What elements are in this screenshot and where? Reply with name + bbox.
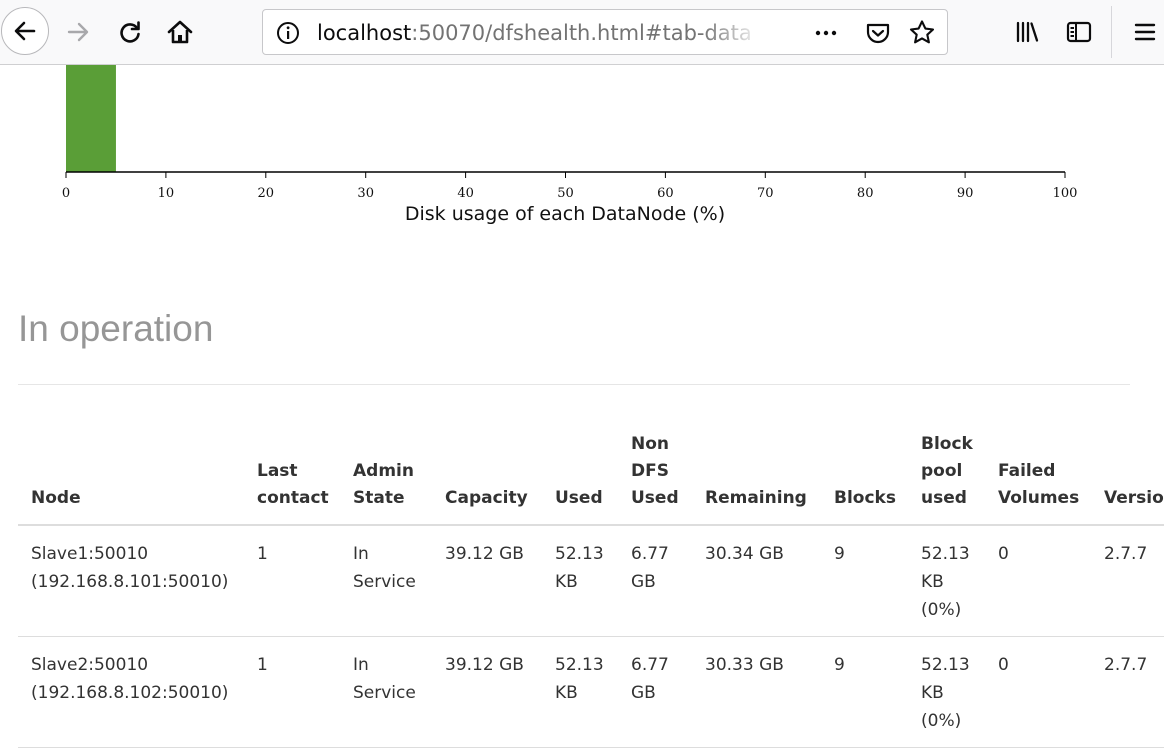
pocket-icon[interactable] [863, 18, 893, 48]
disk-usage-histogram: 0 10 20 30 40 50 60 70 80 90 100 Disk usage of each… [62, 65, 1078, 225]
column-header-admin-state[interactable]: Admin State [340, 431, 432, 526]
home-icon [167, 20, 193, 44]
site-info-icon[interactable] [275, 20, 301, 46]
column-header-non-dfs-used[interactable]: Non DFS Used [618, 431, 692, 526]
back-arrow-icon [14, 21, 36, 41]
x-axis-title: Disk usage of each DataNode (%) [405, 203, 725, 225]
x-tick-label: 0 [62, 186, 70, 201]
sidebar-icon [1066, 21, 1092, 43]
url-path: :50070/dfshealth.html#tab-data [411, 21, 752, 45]
histogram-bar [66, 65, 116, 172]
forward-button[interactable] [56, 10, 100, 54]
cell-block-pool-used: 52.13 KB (0%) [908, 636, 985, 748]
x-tick-label: 20 [258, 186, 275, 201]
cell-node: Slave1:50010 (192.168.8.101:50010) [18, 525, 244, 637]
url-text[interactable]: localhost:50070/dfshealth.html#tab-data [317, 20, 767, 46]
x-tick-label: 80 [857, 186, 874, 201]
bookmark-star-icon[interactable] [907, 18, 937, 48]
table-row: Slave2:50010 (192.168.8.102:50010) 1 In … [18, 636, 1164, 748]
back-button[interactable] [1, 7, 49, 55]
x-tick-label: 100 [1053, 186, 1078, 201]
cell-version: 2.7.7 [1091, 636, 1164, 748]
column-header-blocks[interactable]: Blocks [821, 431, 908, 526]
hamburger-menu-icon [1134, 23, 1156, 41]
cell-capacity: 39.12 GB [432, 636, 542, 748]
column-header-remaining[interactable]: Remaining [692, 431, 821, 526]
library-icon [1016, 21, 1039, 43]
cell-capacity: 39.12 GB [432, 525, 542, 637]
cell-failed-volumes: 0 [985, 525, 1091, 637]
library-button[interactable] [1010, 15, 1044, 49]
column-header-last-contact[interactable]: Last contact [244, 431, 340, 526]
menu-button[interactable] [1128, 15, 1162, 49]
section-title: In operation [18, 308, 214, 349]
cell-admin-state: In Service [340, 525, 432, 637]
cell-non-dfs-used: 6.77 GB [618, 525, 692, 637]
x-tick-label: 40 [457, 186, 474, 201]
column-header-used[interactable]: Used [542, 431, 618, 526]
cell-failed-volumes: 0 [985, 636, 1091, 748]
cell-admin-state: In Service [340, 636, 432, 748]
datanode-table: Node Last contact Admin State Capacity U… [18, 431, 1164, 748]
cell-last-contact: 1 [244, 636, 340, 748]
cell-version: 2.7.7 [1091, 525, 1164, 637]
toolbar-separator [1111, 6, 1112, 58]
page-content: 0 10 20 30 40 50 60 70 80 90 100 Disk usage of each… [0, 65, 1164, 755]
home-button[interactable] [158, 10, 202, 54]
x-tick-label: 30 [357, 186, 374, 201]
cell-last-contact: 1 [244, 525, 340, 637]
x-tick-label: 70 [757, 186, 774, 201]
column-header-capacity[interactable]: Capacity [432, 431, 542, 526]
x-tick-label: 60 [657, 186, 674, 201]
cell-remaining: 30.34 GB [692, 525, 821, 637]
browser-toolbar: localhost:50070/dfshealth.html#tab-data [0, 0, 1164, 65]
forward-arrow-icon [67, 22, 89, 42]
url-host: localhost [317, 21, 412, 45]
url-fade [703, 18, 773, 48]
url-bar[interactable]: localhost:50070/dfshealth.html#tab-data [262, 9, 948, 55]
column-header-block-pool-used[interactable]: Block pool used [908, 431, 985, 526]
cell-block-pool-used: 52.13 KB (0%) [908, 525, 985, 637]
x-tick-label: 50 [557, 186, 574, 201]
column-header-node[interactable]: Node [18, 431, 244, 526]
x-tick-label: 10 [158, 186, 175, 201]
x-tick-label: 90 [957, 186, 974, 201]
page-actions-icon[interactable] [811, 18, 841, 48]
column-header-failed-volumes[interactable]: Failed Volumes [985, 431, 1091, 526]
cell-used: 52.13 KB [542, 525, 618, 637]
cell-blocks: 9 [821, 525, 908, 637]
reload-icon [120, 21, 140, 43]
table-row: Slave1:50010 (192.168.8.101:50010) 1 In … [18, 525, 1164, 637]
reload-button[interactable] [108, 10, 152, 54]
sidebar-button[interactable] [1062, 15, 1096, 49]
cell-node: Slave2:50010 (192.168.8.102:50010) [18, 636, 244, 748]
table-header-row: Node Last contact Admin State Capacity U… [18, 431, 1164, 526]
section-divider [18, 384, 1130, 385]
column-header-version[interactable]: Version [1091, 431, 1164, 526]
cell-non-dfs-used: 6.77 GB [618, 636, 692, 748]
cell-remaining: 30.33 GB [692, 636, 821, 748]
cell-used: 52.13 KB [542, 636, 618, 748]
cell-blocks: 9 [821, 636, 908, 748]
